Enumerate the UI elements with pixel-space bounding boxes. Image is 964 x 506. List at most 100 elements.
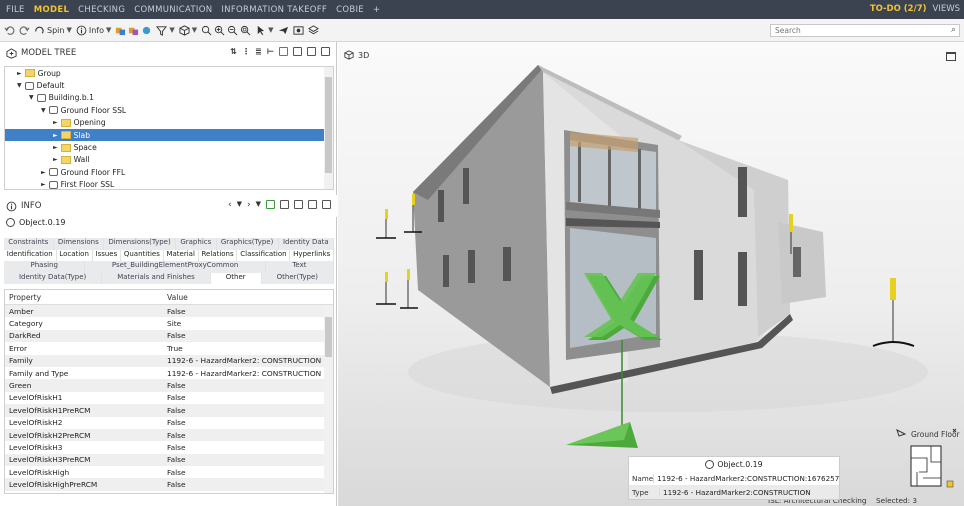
- hierarchy-icon[interactable]: ⋮: [242, 47, 250, 56]
- tab-other[interactable]: Other: [210, 272, 262, 284]
- table-row[interactable]: Family and Type 1192-6 - HazardMarker2: C…: [5, 367, 333, 379]
- list-icon[interactable]: ≣: [255, 47, 262, 56]
- tab-dimensions[interactable]: Dimensions: [54, 238, 105, 250]
- expand-right-icon[interactable]: ►: [53, 132, 58, 139]
- table-row[interactable]: LevelOfRiskH1PreRCM False: [5, 404, 333, 417]
- tab-constraints[interactable]: Constraints: [4, 238, 54, 250]
- tab-graphics-type-[interactable]: Graphics(Type): [217, 238, 279, 250]
- panel-maximize-icon[interactable]: [322, 200, 331, 209]
- tab-issues[interactable]: Issues: [93, 249, 122, 261]
- visibility-tools[interactable]: [115, 25, 152, 36]
- table-row[interactable]: LevelOfRiskH1 False: [5, 392, 333, 404]
- table-row[interactable]: Green False: [5, 379, 333, 392]
- info-dropdown[interactable]: Info ▼: [76, 25, 111, 36]
- table-row[interactable]: LevelOfRiskHigh False: [5, 466, 333, 478]
- expand-right-icon[interactable]: ►: [41, 181, 46, 188]
- table-row[interactable]: Error True: [5, 342, 333, 354]
- filter-dropdown[interactable]: ▼: [156, 25, 175, 36]
- menu-cobie[interactable]: COBIE: [336, 5, 364, 15]
- filter-green-icon[interactable]: [266, 200, 275, 209]
- tab-materials-and-finishes[interactable]: Materials and Finishes: [102, 272, 211, 284]
- table-row[interactable]: LevelOfRiskH3PreRCM False: [5, 453, 333, 467]
- table-row[interactable]: LevelOfRiskH2PreRCM False: [5, 428, 333, 442]
- settings-button[interactable]: [307, 24, 319, 36]
- tab-phasing[interactable]: Phasing: [4, 261, 86, 273]
- expand-right-icon[interactable]: ►: [53, 156, 58, 163]
- expand-right-icon[interactable]: ►: [17, 70, 22, 77]
- property-scrollbar-thumb[interactable]: [325, 317, 332, 357]
- table-row[interactable]: LevelOfRiskH3 False: [5, 441, 333, 453]
- tree-item[interactable]: ► Ground Floor FFL: [5, 166, 333, 178]
- redo-button[interactable]: [19, 25, 30, 36]
- tree-item[interactable]: ► Opening: [5, 117, 333, 129]
- tree-item[interactable]: ▼ Default: [5, 79, 333, 91]
- tree-item[interactable]: ► Group: [5, 67, 333, 79]
- tree-item[interactable]: ▼ Ground Floor SSL: [5, 104, 333, 116]
- tab-material[interactable]: Material: [164, 249, 199, 261]
- tree-scrollbar-thumb[interactable]: [325, 77, 332, 173]
- tree-item[interactable]: ► Space: [5, 141, 333, 153]
- hazard-marker-6[interactable]: [872, 278, 915, 347]
- chevron-left-icon[interactable]: ‹: [228, 200, 232, 210]
- tab-identification[interactable]: Identification: [4, 249, 57, 261]
- todo-counter[interactable]: TO-DO (2/7): [870, 4, 927, 14]
- tab-dimensions-type-[interactable]: Dimensions(Type): [104, 238, 177, 250]
- expand-right-icon[interactable]: ►: [53, 144, 58, 151]
- sort-icon[interactable]: ⇅: [230, 47, 237, 56]
- menu-checking[interactable]: CHECKING: [78, 5, 125, 15]
- expand-right-icon[interactable]: ►: [53, 119, 58, 126]
- menu-model[interactable]: MODEL: [34, 5, 69, 15]
- expand-down-icon[interactable]: ▼: [41, 107, 46, 114]
- tab-location[interactable]: Location: [57, 249, 93, 261]
- table-row[interactable]: Category Site: [5, 317, 333, 329]
- search-icon[interactable]: ⌕: [951, 25, 956, 35]
- views-menu[interactable]: VIEWS: [933, 4, 961, 14]
- pointer-dropdown[interactable]: ▼: [255, 25, 274, 36]
- tree-icon[interactable]: ⊢: [267, 47, 274, 56]
- tab-relations[interactable]: Relations: [199, 249, 238, 261]
- menu-information-takeoff[interactable]: INFORMATION TAKEOFF: [221, 5, 327, 15]
- table-row[interactable]: DarkRed False: [5, 329, 333, 343]
- tab-hyperlinks[interactable]: Hyperlinks: [290, 249, 335, 261]
- menu-add-tab[interactable]: +: [373, 5, 380, 15]
- minimap-floor-label[interactable]: Ground Floor: [911, 430, 960, 439]
- paste-icon[interactable]: [307, 47, 316, 56]
- column-header-property[interactable]: Property: [5, 290, 165, 304]
- tree-item[interactable]: ► First Floor SSL: [5, 179, 333, 189]
- screenshot-button[interactable]: [293, 25, 304, 36]
- hazard-marker-3[interactable]: [376, 272, 396, 305]
- tab-quantities[interactable]: Quantities: [121, 249, 164, 261]
- expand-right-icon[interactable]: ►: [41, 169, 46, 176]
- table-row[interactable]: Amber False: [5, 305, 333, 318]
- tab-pset-buildingelementproxycommon[interactable]: Pset_BuildingElementProxyCommon: [85, 261, 266, 273]
- chevron-right-icon[interactable]: ›: [247, 200, 251, 210]
- expand-down-icon[interactable]: ▼: [29, 94, 34, 101]
- tab-classification[interactable]: Classification: [237, 249, 291, 261]
- chevron-down-icon[interactable]: ▼: [237, 200, 242, 210]
- cube-view-dropdown[interactable]: ▼: [179, 24, 197, 36]
- table-row[interactable]: Family 1192-6 - HazardMarker2: CONSTRUCTI…: [5, 354, 333, 367]
- filter-green-icon[interactable]: [279, 47, 288, 56]
- send-issue-button[interactable]: [278, 25, 289, 36]
- expand-down-icon[interactable]: ▼: [17, 82, 22, 89]
- tab-text[interactable]: Text: [266, 261, 334, 273]
- panel-maximize-icon[interactable]: [321, 47, 330, 56]
- tab-identity-data-type-[interactable]: Identity Data(Type): [4, 272, 103, 284]
- tree-item[interactable]: ► Wall: [5, 154, 333, 166]
- table-row[interactable]: LevelOfRiskH2 False: [5, 417, 333, 429]
- menu-communication[interactable]: COMMUNICATION: [134, 5, 212, 15]
- export-icon[interactable]: [308, 200, 317, 209]
- spin-mode-dropdown[interactable]: Spin ▼: [34, 25, 72, 36]
- copy-icon[interactable]: [293, 47, 302, 56]
- menu-file[interactable]: FILE: [6, 5, 25, 15]
- tab-graphics[interactable]: Graphics: [176, 238, 217, 250]
- zoom-tools[interactable]: [201, 25, 251, 36]
- tab-identity-data[interactable]: Identity Data: [279, 238, 335, 250]
- column-header-value[interactable]: Value: [165, 290, 333, 304]
- hazard-marker-4[interactable]: [400, 269, 418, 309]
- tree-item[interactable]: ► Slab: [5, 128, 333, 142]
- paste-icon[interactable]: [294, 200, 303, 209]
- hazard-marker-1[interactable]: [376, 209, 396, 239]
- copy-icon[interactable]: [280, 200, 289, 209]
- tree-scrollbar[interactable]: [324, 67, 333, 189]
